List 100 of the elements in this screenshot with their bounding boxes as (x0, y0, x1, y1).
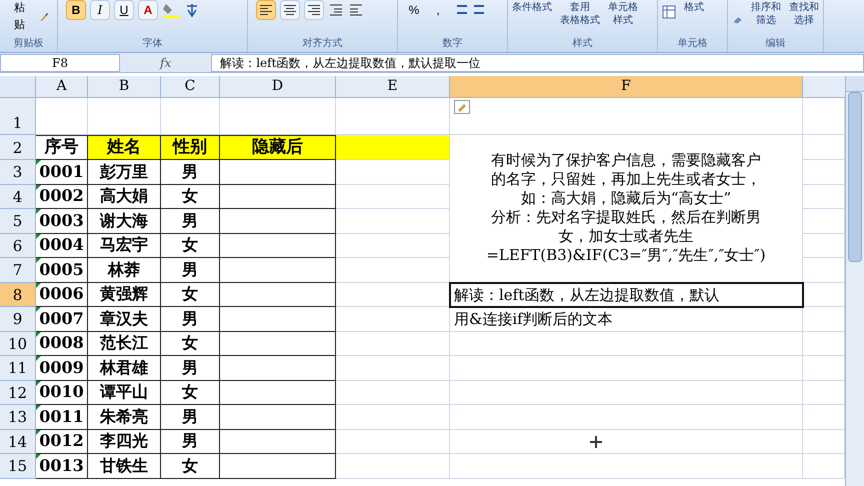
table-cell: 女 (161, 184, 220, 209)
paste-button[interactable]: 粘贴 (8, 0, 32, 33)
table-cell: 0005 (36, 258, 88, 282)
row-header[interactable]: 7 (0, 258, 36, 282)
error-indicator-icon (36, 380, 41, 386)
ribbon-button[interactable]: 查找和 选择 (789, 1, 819, 27)
ribbon-button[interactable]: 条件格式 (512, 1, 552, 14)
table-cell: 女 (161, 234, 220, 258)
error-indicator-icon (36, 184, 41, 190)
row-header[interactable]: 3 (0, 160, 36, 184)
ribbon-button[interactable]: 排序和 筛选 (751, 1, 781, 27)
toolbar-button[interactable]: , (430, 0, 446, 20)
table-cell: 女 (161, 282, 220, 307)
active-cell[interactable]: 解读：left函数，从左边提取数值，默认 (450, 282, 803, 307)
table-cell: 女 (161, 454, 220, 478)
row-header[interactable]: 14 (0, 430, 36, 454)
insert-function-button[interactable]: fx (160, 54, 172, 72)
header-cell: 序号 (36, 135, 88, 160)
header-cell: 隐藏后 (220, 135, 336, 160)
fill-color-icon[interactable] (162, 2, 180, 18)
toolbar-button[interactable]: B (66, 0, 86, 20)
table-cell: 甘铁生 (88, 454, 161, 478)
table-cell: 男 (161, 258, 220, 282)
row-header[interactable]: 8 (0, 282, 36, 307)
column-header[interactable]: D (220, 76, 336, 98)
table-cell: 黄强辉 (88, 282, 161, 307)
table-cell: 章汉夫 (88, 307, 161, 332)
note-line: =LEFT(B3)&IF(C3=″男″,″先生″,″女士″) (486, 246, 766, 266)
table-cell: 男 (161, 160, 220, 184)
table-cell: 男 (161, 307, 220, 332)
row-header[interactable]: 4 (0, 184, 36, 209)
toolbar-button[interactable]: % (406, 0, 422, 20)
error-indicator-icon (36, 430, 41, 434)
note-line: 的名字，只留姓，再加上先生或者女士， (491, 170, 761, 190)
ribbon-button[interactable]: 单元格 样式 (608, 1, 638, 27)
scrollbar-thumb[interactable] (848, 92, 862, 262)
formula-input[interactable]: 解读：left函数，从左边提取数值，默认提取一位 (211, 54, 864, 72)
row-header[interactable]: 10 (0, 332, 36, 356)
error-indicator-icon (36, 234, 41, 238)
column-header[interactable]: B (88, 76, 161, 98)
row-header[interactable]: 6 (0, 234, 36, 258)
row-header[interactable]: 1 (0, 98, 36, 135)
phonetic-icon[interactable] (184, 2, 200, 18)
toolbar-button[interactable]: U (114, 0, 134, 20)
table-cell: 高大娟 (88, 184, 161, 209)
align-button[interactable] (280, 0, 300, 20)
error-indicator-icon (36, 258, 41, 263)
note-line: 有时候为了保护客户信息，需要隐藏客户 (491, 151, 761, 170)
error-indicator-icon (36, 405, 41, 410)
row-header[interactable]: 13 (0, 405, 36, 430)
note-line: 如：高大娟，隐藏后为“高女士” (520, 189, 732, 208)
row-header[interactable]: 2 (0, 135, 36, 160)
table-cell: 林君雄 (88, 356, 161, 380)
table-cell: 0004 (36, 234, 88, 258)
header-cell: 性别 (161, 135, 220, 160)
row-header[interactable]: 15 (0, 454, 36, 478)
toolbar-button[interactable]: A (138, 0, 158, 20)
table-cell: 女 (161, 332, 220, 356)
name-box[interactable]: F8 (0, 54, 120, 72)
table-cell: 谭平山 (88, 380, 161, 405)
group-label: 对齐方式 (302, 38, 344, 51)
row-header[interactable]: 9 (0, 307, 36, 332)
table-cell: 男 (161, 405, 220, 430)
indent-icon[interactable] (328, 3, 364, 17)
table-cell: 李四光 (88, 430, 161, 454)
column-header[interactable]: F (450, 76, 803, 98)
align-button[interactable] (304, 0, 324, 20)
column-header[interactable]: E (336, 76, 450, 98)
group-label: 样式 (572, 38, 594, 51)
column-header[interactable]: C (161, 76, 220, 98)
ribbon-button[interactable]: 格式 (684, 1, 704, 14)
table-cell: 范长江 (88, 332, 161, 356)
note-line: 分析：先对名字提取姓氏，然后在判断男 (491, 208, 761, 228)
table-cell: 男 (161, 430, 220, 454)
toolbar-button[interactable]: I (90, 0, 110, 20)
table-cell: 林莽 (88, 258, 161, 282)
row-header[interactable]: 5 (0, 209, 36, 234)
format-icon[interactable] (662, 5, 676, 19)
paste-options-icon[interactable] (454, 100, 470, 114)
group-label: 剪贴板 (12, 38, 44, 51)
table-cell: 彭万里 (88, 160, 161, 184)
error-indicator-icon (36, 209, 41, 214)
table-cell: 用&连接if判断后的文本 (450, 307, 803, 332)
ribbon-button[interactable]: 套用 表格格式 (560, 1, 600, 27)
table-cell: 0001 (36, 160, 88, 184)
table-cell: 0007 (36, 307, 88, 332)
vertical-scrollbar[interactable] (845, 76, 864, 486)
column-header[interactable]: A (36, 76, 88, 98)
table-cell: 0006 (36, 282, 88, 307)
row-header[interactable]: 11 (0, 356, 36, 380)
table-cell: 0002 (36, 184, 88, 209)
table-cell: 0008 (36, 332, 88, 356)
table-cell: 男 (161, 356, 220, 380)
header-cell: 姓名 (88, 135, 161, 160)
error-indicator-icon (36, 454, 41, 459)
group-label: 数字 (442, 38, 464, 51)
row-header[interactable]: 12 (0, 380, 36, 405)
error-indicator-icon (36, 356, 41, 361)
table-cell: 0009 (36, 356, 88, 380)
align-button[interactable] (256, 0, 276, 20)
